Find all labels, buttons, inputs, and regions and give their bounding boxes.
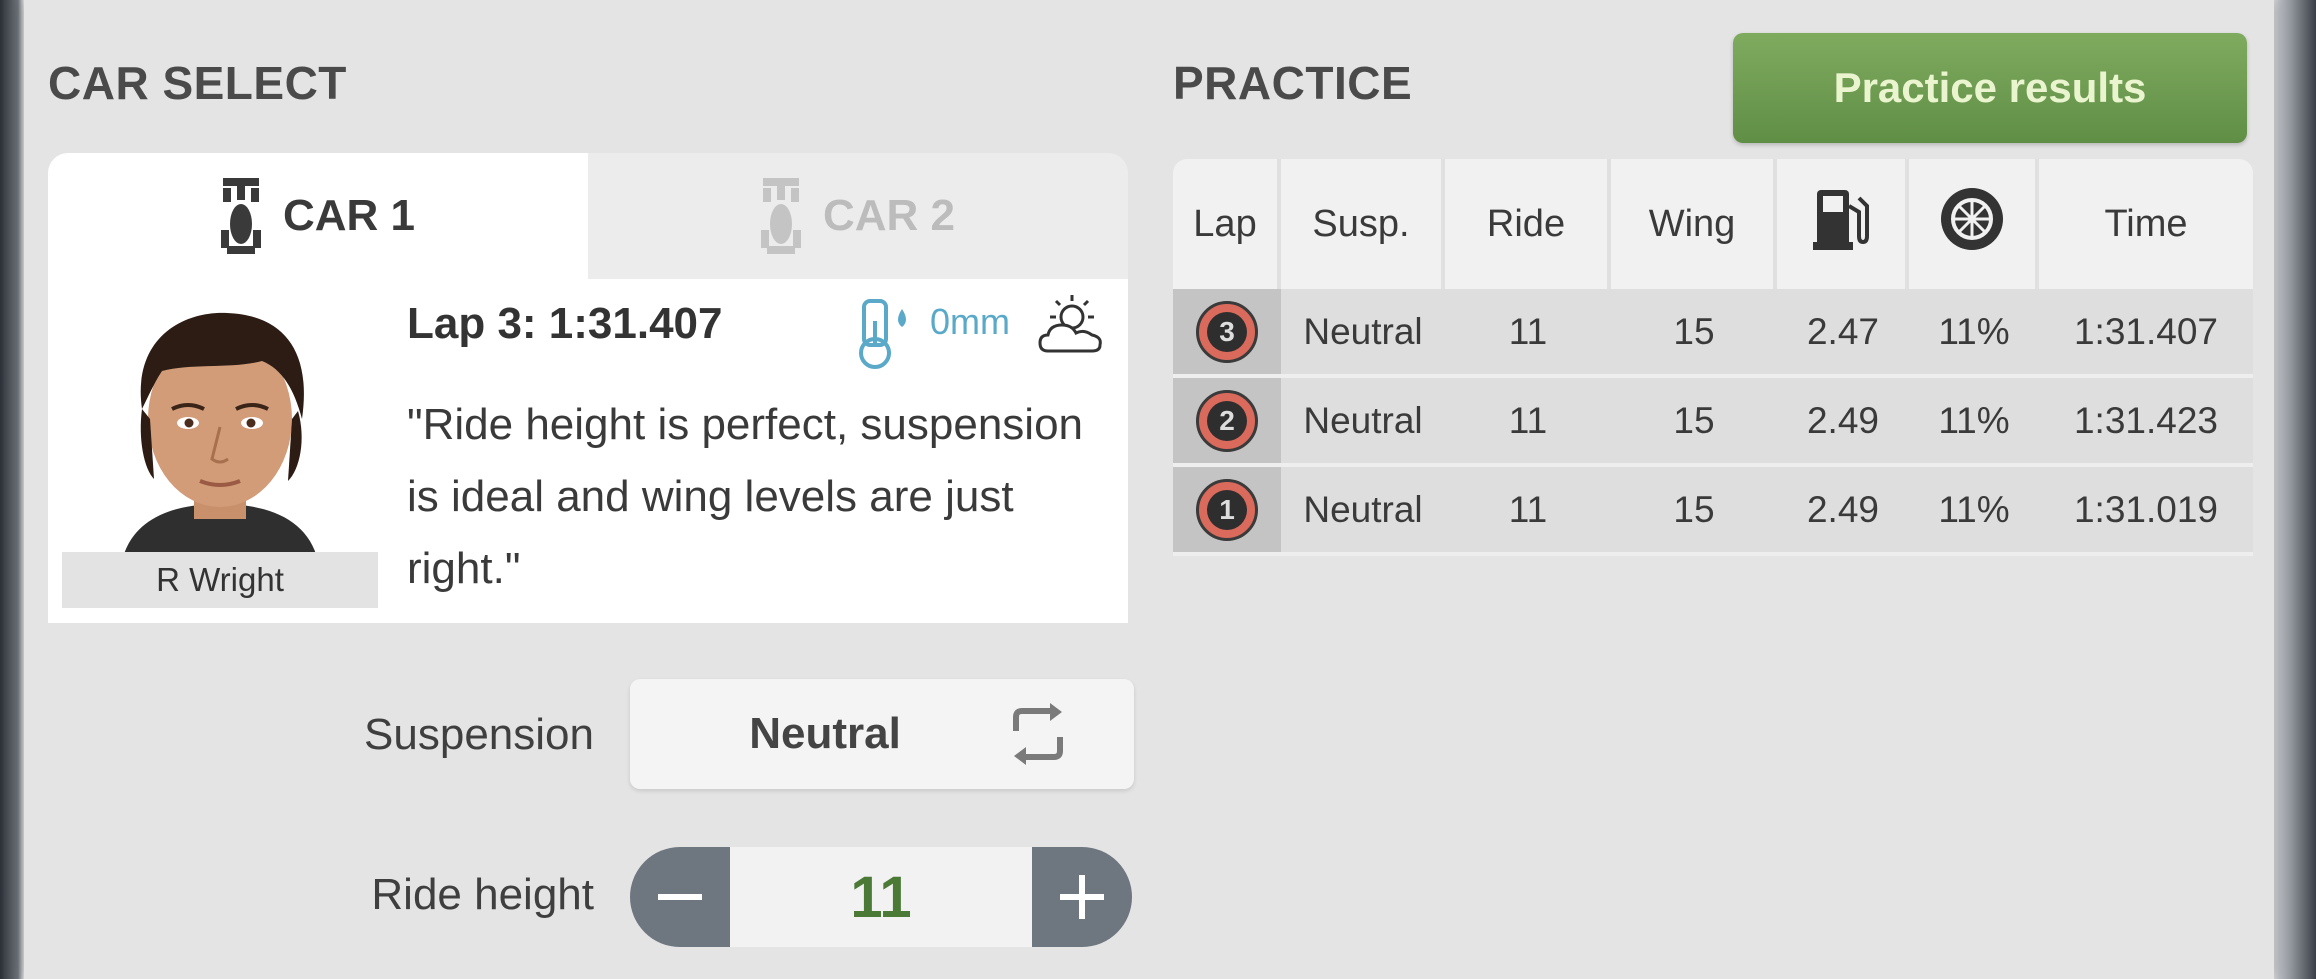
fuel-icon (1813, 190, 1869, 250)
wing-cell: 15 (1611, 467, 1777, 556)
car-select-title: CAR SELECT (48, 57, 347, 109)
swap-icon[interactable] (1006, 703, 1070, 765)
col-ride[interactable]: Ride (1445, 159, 1611, 289)
col-fuel[interactable] (1777, 159, 1909, 289)
tab-car-2[interactable]: CAR 2 (588, 153, 1128, 279)
col-time[interactable]: Time (2039, 159, 2253, 289)
lap-cell: 3 (1173, 289, 1281, 378)
practice-results-button[interactable]: Practice results (1733, 33, 2247, 143)
ride-cell: 11 (1445, 467, 1611, 556)
minus-icon (658, 894, 702, 900)
fuel-cell: 2.49 (1777, 467, 1909, 556)
tyre-wear-cell: 11% (1909, 467, 2039, 556)
suspension-label: Suspension (364, 710, 594, 759)
car-icon (220, 178, 261, 254)
table-row[interactable]: 1 Neutral 11 15 2.49 11% 1:31.019 (1173, 467, 2253, 556)
wing-cell: 15 (1611, 378, 1777, 467)
rain-amount: 0mm (930, 301, 1010, 342)
tyre-badge: 3 (1196, 300, 1258, 363)
lap-number: 3 (1207, 311, 1247, 352)
ride-height-increase-button[interactable] (1032, 847, 1132, 947)
ride-height-value: 11 (730, 847, 1032, 947)
car-info-card: R Wright Lap 3: 1:31.407 0mm "Ride heigh… (48, 279, 1128, 623)
ride-height-label: Ride height (371, 870, 594, 919)
ride-height-decrease-button[interactable] (630, 847, 730, 947)
wing-cell: 15 (1611, 289, 1777, 378)
practice-table: Lap Susp. Ride Wing Time 3 Neutral 11 15… (1173, 159, 2253, 556)
col-wing[interactable]: Wing (1611, 159, 1777, 289)
susp-cell: Neutral (1281, 467, 1445, 556)
fuel-cell: 2.47 (1777, 289, 1909, 378)
tyre-badge: 1 (1196, 478, 1258, 541)
ride-cell: 11 (1445, 289, 1611, 378)
partly-cloudy-icon (1038, 295, 1102, 353)
table-header: Lap Susp. Ride Wing Time (1173, 159, 2253, 289)
lap-number: 2 (1207, 400, 1247, 441)
driver-name: R Wright (62, 552, 378, 608)
driver-feedback: "Ride height is perfect, suspension is i… (407, 400, 1084, 593)
col-tyre[interactable] (1909, 159, 2039, 289)
time-cell: 1:31.407 (2039, 289, 2253, 378)
col-susp[interactable]: Susp. (1281, 159, 1445, 289)
time-cell: 1:31.423 (2039, 378, 2253, 467)
susp-cell: Neutral (1281, 378, 1445, 467)
lap-summary: Lap 3: 1:31.407 (407, 299, 723, 348)
lap-cell: 1 (1173, 467, 1281, 556)
tab-car-2-label: CAR 2 (822, 191, 956, 240)
tyre-wear-cell: 11% (1909, 289, 2039, 378)
tab-car-1[interactable]: CAR 1 (48, 153, 588, 279)
suspension-value: Neutral (749, 709, 901, 758)
fuel-cell: 2.49 (1777, 378, 1909, 467)
table-row[interactable]: 2 Neutral 11 15 2.49 11% 1:31.423 (1173, 378, 2253, 467)
lap-cell: 2 (1173, 378, 1281, 467)
table-row[interactable]: 3 Neutral 11 15 2.47 11% 1:31.407 (1173, 289, 2253, 378)
susp-cell: Neutral (1281, 289, 1445, 378)
plus-icon (1060, 875, 1104, 919)
col-lap[interactable]: Lap (1173, 159, 1281, 289)
tab-car-1-label: CAR 1 (282, 191, 416, 240)
ride-cell: 11 (1445, 378, 1611, 467)
tyre-badge: 2 (1196, 389, 1258, 452)
practice-title: PRACTICE (1173, 57, 1413, 109)
driver-portrait (62, 299, 378, 561)
tyre-wear-cell: 11% (1909, 378, 2039, 467)
main-panel: CAR SELECT CAR 1 CAR 2 R Wright Lap 3: 1… (24, 0, 2274, 979)
tyre-icon (1941, 188, 2003, 250)
thermometer-icon (859, 299, 906, 369)
suspension-selector[interactable]: Neutral (630, 679, 1134, 789)
time-cell: 1:31.019 (2039, 467, 2253, 556)
car-icon (760, 178, 801, 254)
lap-number: 1 (1207, 489, 1247, 530)
